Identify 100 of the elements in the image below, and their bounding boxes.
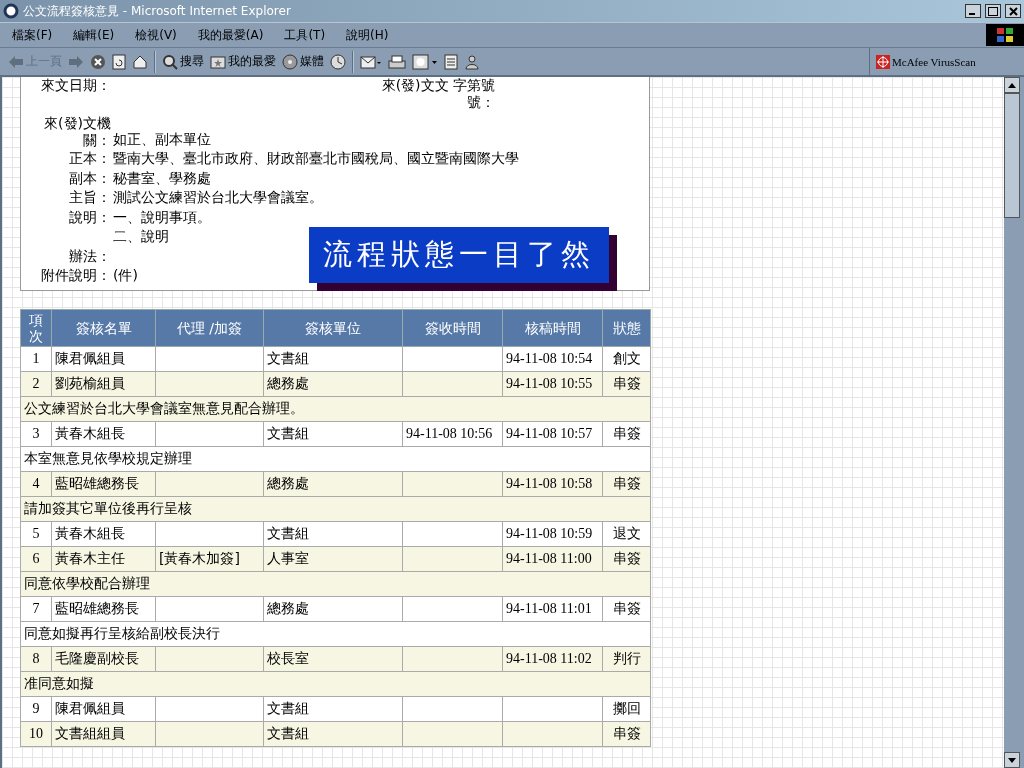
column-header: 簽核單位 [263,309,403,346]
messenger-button[interactable] [464,53,480,70]
column-header: 次 [28,327,44,344]
field-label: 關： [83,132,111,149]
field-label: 主旨： [69,188,111,207]
table-cell: 10 [20,721,52,746]
table-cell: 總務處 [263,596,403,621]
field-label: 辦法： [69,246,111,266]
table-cell: 5 [20,521,52,546]
menu-item[interactable]: 編輯(E) [61,26,124,44]
table-cell: 文書組 [263,521,403,546]
table-cell: 1 [20,346,52,371]
field-value: 如正、副本單位 [113,129,211,149]
field-label: 來(發)文機 [44,115,111,132]
table-cell: 陳君佩組員 [51,346,156,371]
field-value: 二、說明 [113,227,170,246]
stop-button[interactable] [90,53,106,70]
virusscan-button[interactable]: McAfee VirusScan [869,48,1024,75]
column-header: 簽核名單 [51,309,156,346]
table-cell: 校長室 [263,646,403,671]
table-cell: 94-11-08 11:00 [502,546,603,571]
field-label: 副本： [69,168,111,188]
stop-icon [90,53,106,70]
menu-item[interactable]: 檔案(F) [0,26,62,44]
minimize-button[interactable] [965,4,981,18]
column-header: 項 [28,311,44,328]
table-cell: 總務處 [263,471,403,496]
windows-logo [986,24,1024,46]
field-label: 來文日期： [41,77,111,94]
column-header: 狀態 [602,309,651,346]
table-cell: 94-11-08 10:59 [502,521,603,546]
table-cell: 94-11-08 11:01 [502,596,603,621]
comment-cell: 請加簽其它單位後再行呈核 [20,496,651,521]
scrollbar[interactable] [1004,77,1020,768]
menu-item[interactable]: 檢視(V) [123,26,186,44]
edit-button[interactable] [412,53,438,70]
table-cell: 94-11-08 10:54 [502,346,603,371]
menu-item[interactable]: 我的最愛(A) [185,26,273,44]
table-cell: 4 [20,471,52,496]
mail-icon [360,53,382,70]
comment-cell: 同意如擬再行呈核給副校長決行 [20,621,651,646]
table-cell: 黃春木組長 [51,421,156,446]
refresh-icon [112,53,126,70]
field-label: 號： [467,94,495,111]
window-title: 公文流程簽核意見 - Microsoft Internet Explorer [23,2,292,20]
table-cell: 總務處 [263,371,403,396]
field-value: 一、說明事項。 [113,207,211,227]
field-label: 正本： [69,149,111,168]
comment-cell: 本室無意見依學校規定辦理 [20,446,651,471]
table-cell: 文書組 [263,721,403,746]
field-value: 暨南大學、臺北市政府、財政部臺北市國稅局、國立暨南國際大學 [113,149,519,168]
discuss-button[interactable] [444,53,458,70]
back-arrow-icon [8,54,24,69]
table-cell: 陳君佩組員 [51,696,156,721]
table-cell: 8 [20,646,52,671]
history-button[interactable] [330,53,346,70]
table-cell: 黃春木組長 [51,521,156,546]
close-icon [1008,6,1018,16]
field-label: 說明： [69,207,111,227]
search-icon [162,53,178,70]
table-cell: 藍昭雄總務長 [51,596,156,621]
table-cell: 毛隆慶副校長 [51,646,156,671]
table-cell: 94-11-08 10:57 [502,421,603,446]
media-button[interactable]: 媒體 [282,53,324,70]
field-value: 測試公文練習於台北大學會議室。 [113,188,323,207]
target-icon [876,54,890,69]
field-label: 來(發)文文 字第號 [381,77,495,94]
home-button[interactable] [132,53,148,70]
forward-arrow-icon [68,54,84,69]
printer-icon [388,53,406,70]
table-cell: 2 [20,371,52,396]
table-cell: 94-11-08 10:55 [502,371,603,396]
maximize-button[interactable] [985,4,1001,18]
table-cell: [黃春木加簽] [155,546,264,571]
table-cell: 文書組 [263,421,403,446]
refresh-button[interactable] [112,53,126,70]
menu-item[interactable]: 說明(H) [334,26,398,44]
column-header: 簽收時間 [402,309,503,346]
close-button[interactable] [1005,4,1021,18]
scroll-thumb[interactable] [1004,93,1020,218]
comment-cell: 公文練習於台北大學會議室無意見配合辦理。 [20,396,651,421]
comment-cell: 准同意如擬 [20,671,651,696]
table-cell: 94-11-08 10:58 [502,471,603,496]
favorites-button[interactable]: 我的最愛 [210,53,276,70]
print-button[interactable] [388,53,406,70]
table-cell: 3 [20,421,52,446]
search-button[interactable]: 搜尋 [162,53,204,70]
table-cell: 人事室 [263,546,403,571]
table-cell: 藍昭雄總務長 [51,471,156,496]
table-cell: 劉苑榆組員 [51,371,156,396]
down-arrow-icon [1008,757,1016,763]
field-value: 秘書室、學務處 [113,168,211,188]
mail-button[interactable] [360,53,382,70]
table-cell: 6 [20,546,52,571]
person-icon [464,53,480,70]
table-cell: 黃春木主任 [51,546,156,571]
column-header: 核稿時間 [502,309,603,346]
menu-item[interactable]: 工具(T) [272,26,335,44]
clock-icon [330,53,346,70]
comment-cell: 同意依學校配合辦理 [20,571,651,596]
